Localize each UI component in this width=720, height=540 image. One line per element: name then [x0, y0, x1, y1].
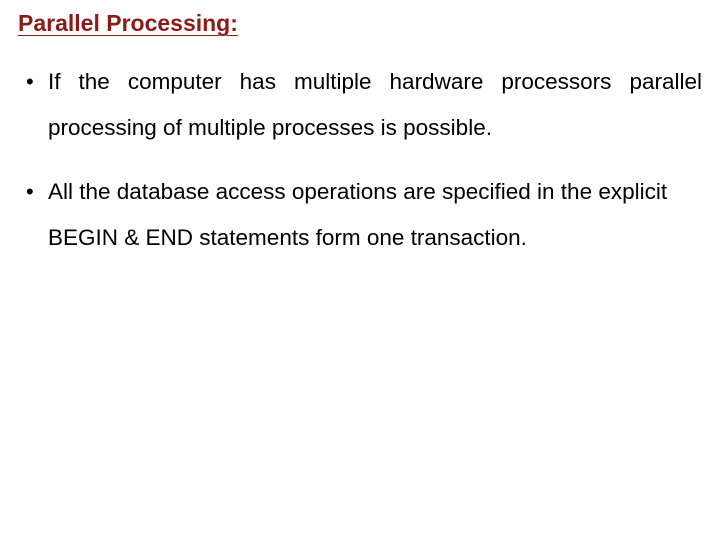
slide: Parallel Processing: If the computer has…	[0, 0, 720, 540]
list-item: All the database access operations are s…	[18, 169, 702, 261]
list-item: If the computer has multiple hardware pr…	[18, 59, 702, 151]
bullet-list: If the computer has multiple hardware pr…	[18, 59, 702, 262]
slide-title: Parallel Processing:	[18, 10, 702, 37]
